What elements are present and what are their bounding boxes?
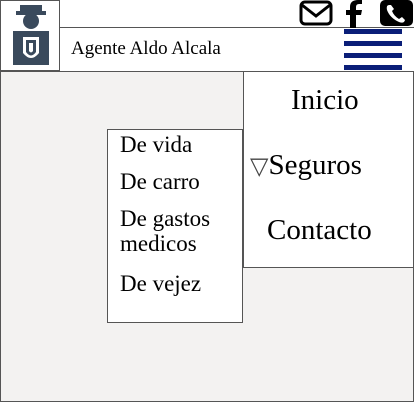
nav-item-inicio[interactable]: Inicio bbox=[291, 84, 359, 117]
nav-item-seguros[interactable]: ▽Seguros bbox=[250, 149, 362, 182]
nav-item-contacto[interactable]: Contacto bbox=[267, 214, 372, 247]
contact-icons-bar bbox=[60, 0, 414, 28]
submenu-item-de-vida[interactable]: De vida bbox=[120, 132, 192, 157]
hamburger-menu-icon[interactable] bbox=[343, 27, 403, 71]
nav-menu: Inicio ▽Seguros Contacto bbox=[243, 71, 414, 268]
agent-logo-icon bbox=[13, 5, 49, 65]
submenu-item-de-carro[interactable]: De carro bbox=[120, 169, 200, 194]
nav-item-seguros-label: Seguros bbox=[268, 149, 362, 181]
submenu-item-de-vejez[interactable]: De vejez bbox=[120, 271, 201, 296]
phone-icon[interactable] bbox=[380, 0, 413, 28]
seguros-submenu: De vida De carro De gastos medicos De ve… bbox=[107, 129, 243, 323]
mail-icon[interactable] bbox=[299, 0, 333, 26]
submenu-item-de-gastos-medicos[interactable]: De gastos medicos bbox=[120, 206, 238, 256]
facebook-icon[interactable] bbox=[343, 0, 365, 28]
agent-name: Agente Aldo Alcala bbox=[71, 38, 221, 59]
logo-box[interactable] bbox=[0, 0, 60, 71]
triangle-down-icon: ▽ bbox=[250, 154, 269, 180]
